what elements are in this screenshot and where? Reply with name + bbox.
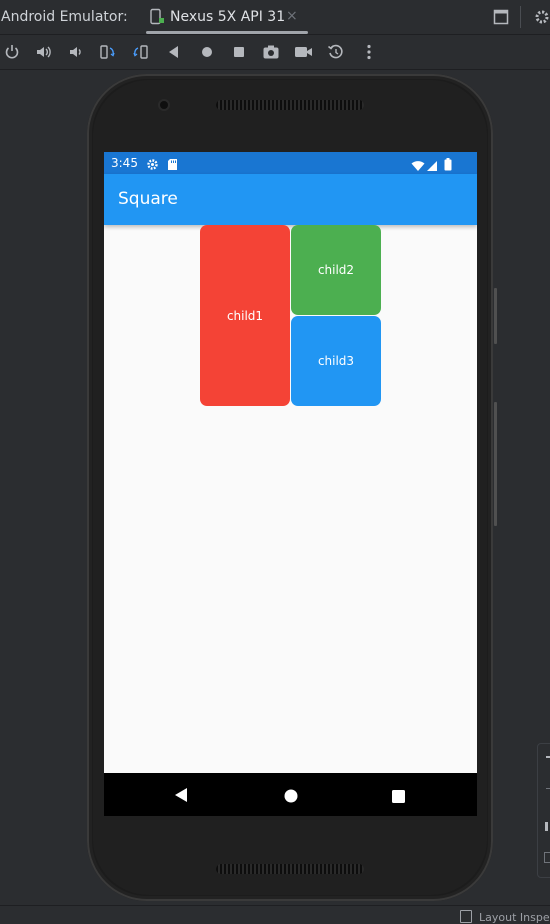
emulator-title-bar: Android Emulator: Nexus 5X API 31 ×	[0, 0, 550, 35]
tile-child1-label: child1	[226, 308, 264, 323]
layout-inspector-icon[interactable]	[460, 910, 472, 923]
title-divider	[520, 6, 521, 28]
record-icon[interactable]	[294, 43, 312, 61]
battery-icon	[444, 156, 452, 175]
sd-card-icon	[167, 156, 178, 175]
bottom-speaker	[216, 864, 364, 874]
layout-inspector-label[interactable]: Layout Inspe	[479, 911, 550, 924]
tile-child3-label: child3	[317, 354, 355, 368]
tile-child3[interactable]: child3	[291, 316, 381, 406]
maximize-icon[interactable]	[492, 8, 510, 30]
device-icon	[148, 8, 166, 30]
close-tab-icon[interactable]: ×	[286, 8, 298, 24]
home-icon[interactable]	[198, 43, 216, 61]
app-bar-title: Square	[118, 189, 178, 209]
active-tab-indicator	[146, 31, 308, 34]
android-status-bar: 3:45	[104, 152, 477, 174]
power-button[interactable]	[494, 288, 497, 344]
nav-home-icon[interactable]	[284, 788, 298, 807]
emulator-toolbar	[0, 35, 550, 70]
zoom-panel	[537, 743, 550, 878]
zoom-level-indicator	[545, 822, 548, 831]
status-clock: 3:45	[111, 156, 138, 170]
screenshot-icon[interactable]	[262, 43, 280, 61]
volume-up-icon[interactable]	[35, 43, 53, 61]
tile-child2-label: child2	[317, 263, 355, 277]
top-speaker	[216, 100, 364, 110]
device-tab-label: Nexus 5X API 31	[170, 9, 286, 25]
more-icon[interactable]	[360, 43, 378, 61]
tile-child1[interactable]: child1	[200, 225, 290, 406]
tile-child2[interactable]: child2	[291, 225, 381, 315]
power-icon[interactable]	[3, 43, 21, 61]
window-title: Android Emulator:	[1, 9, 128, 25]
device-screen: 3:45 Square child1 child2 child3	[104, 152, 477, 816]
fit-screen-icon[interactable]	[544, 852, 550, 863]
ide-status-bar: Layout Inspe	[0, 905, 550, 924]
rotate-left-icon[interactable]	[99, 43, 117, 61]
overview-icon[interactable]	[230, 43, 248, 61]
device-tab[interactable]: Nexus 5X API 31 ×	[146, 0, 308, 34]
volume-rocker[interactable]	[494, 402, 497, 526]
back-icon[interactable]	[165, 43, 183, 61]
android-nav-bar	[104, 773, 477, 816]
snapshot-icon[interactable]	[327, 43, 345, 61]
front-camera	[160, 101, 168, 109]
app-bar: Square	[104, 174, 477, 225]
rotate-right-icon[interactable]	[131, 43, 149, 61]
gear-icon[interactable]	[533, 8, 550, 30]
volume-down-icon[interactable]	[67, 43, 85, 61]
nav-back-icon[interactable]	[174, 787, 188, 807]
settings-notification-icon	[146, 156, 159, 175]
zoom-out-icon[interactable]	[546, 788, 550, 789]
zoom-in-icon[interactable]	[546, 756, 550, 758]
nav-overview-icon[interactable]	[392, 788, 405, 807]
